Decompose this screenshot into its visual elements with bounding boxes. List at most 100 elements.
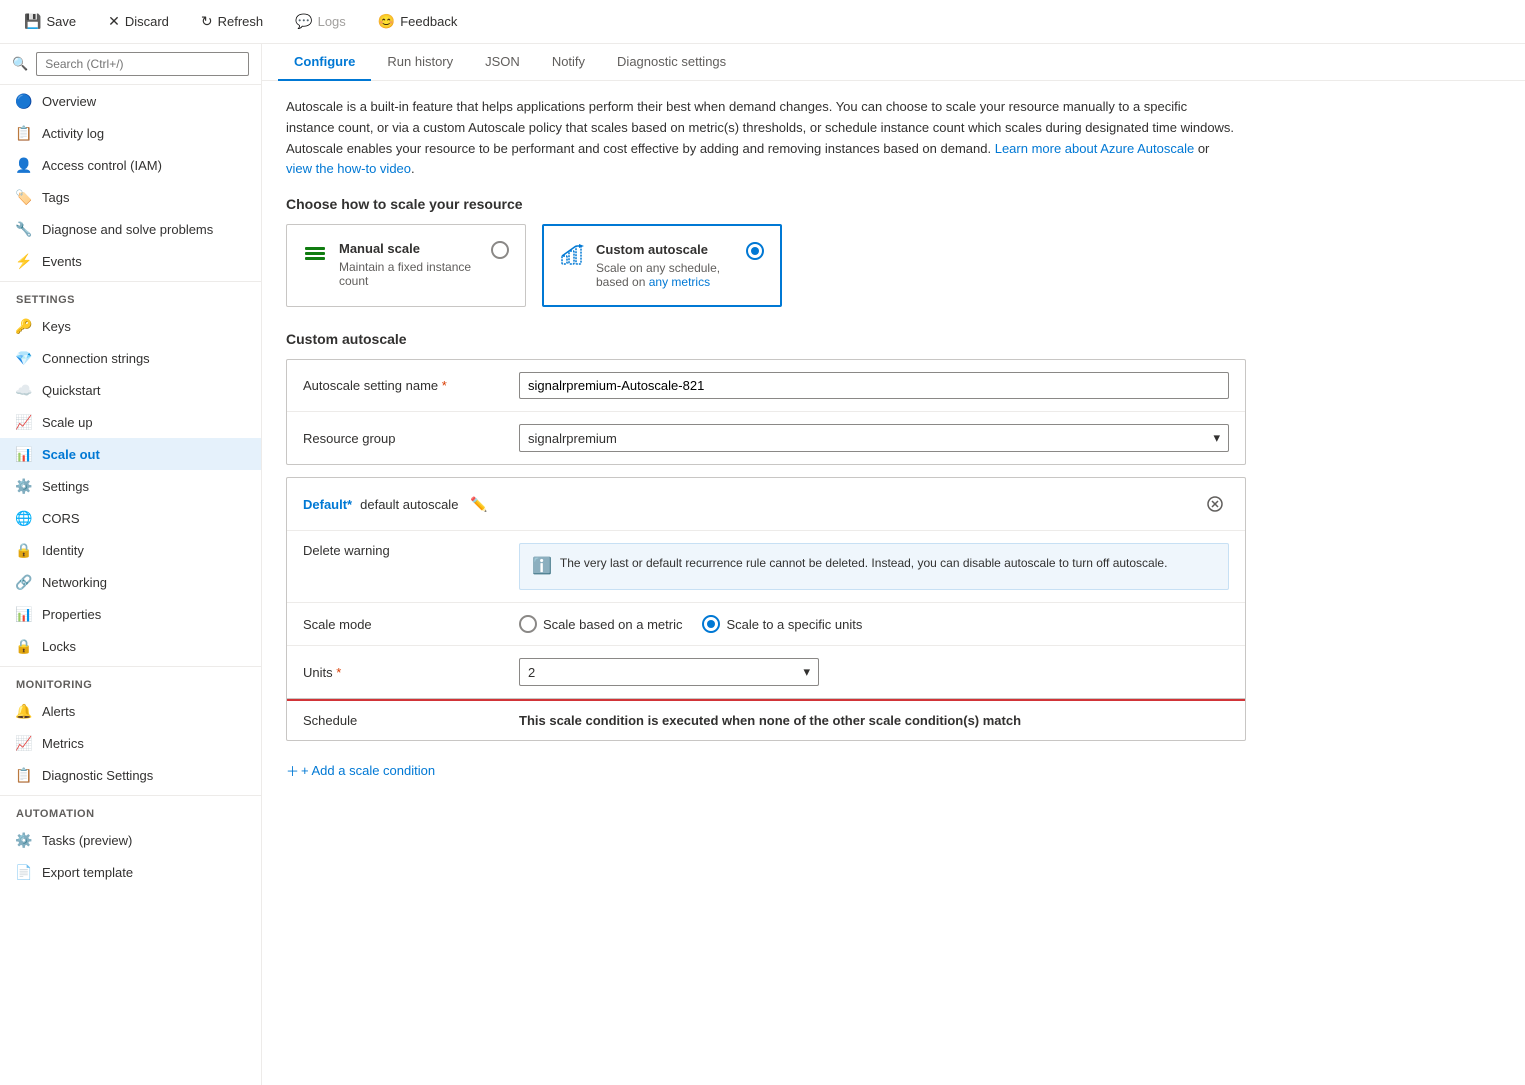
sidebar: 🔍 🔵 Overview 📋 Activity log 👤 Access con… (0, 44, 262, 1085)
alerts-icon: 🔔 (16, 703, 32, 719)
sidebar-item-overview[interactable]: 🔵 Overview (0, 85, 261, 117)
default-subtitle: default autoscale (360, 497, 458, 512)
sidebar-item-settings[interactable]: ⚙️ Settings (0, 470, 261, 502)
sidebar-item-tags[interactable]: 🏷️ Tags (0, 181, 261, 213)
sidebar-item-cors[interactable]: 🌐 CORS (0, 502, 261, 534)
settings-icon: ⚙️ (16, 478, 32, 494)
sidebar-item-quickstart[interactable]: ☁️ Quickstart (0, 374, 261, 406)
delete-warning-label: Delete warning (303, 543, 503, 558)
search-input[interactable] (36, 52, 249, 76)
custom-autoscale-icon (560, 242, 584, 272)
info-icon: ℹ️ (532, 555, 552, 579)
choose-section-title: Choose how to scale your resource (286, 196, 1501, 212)
custom-autoscale-radio[interactable] (746, 242, 764, 260)
identity-icon: 🔒 (16, 542, 32, 558)
feedback-button[interactable]: 😊 Feedback (370, 9, 466, 34)
scale-out-icon: 📊 (16, 446, 32, 462)
logs-icon: 💬 (295, 13, 312, 30)
cors-icon: 🌐 (16, 510, 32, 526)
discard-button[interactable]: ✕ Discard (100, 9, 177, 34)
resource-group-select[interactable]: signalrpremium ▾ (519, 424, 1229, 452)
save-icon: 💾 (24, 13, 41, 30)
dropdown-chevron-icon: ▾ (1213, 430, 1220, 446)
scale-metric-option[interactable]: Scale based on a metric (519, 615, 682, 633)
tab-notify[interactable]: Notify (536, 44, 601, 81)
sidebar-item-diagnostic-settings[interactable]: 📋 Diagnostic Settings (0, 759, 261, 791)
feedback-icon: 😊 (378, 13, 395, 30)
keys-icon: 🔑 (16, 318, 32, 334)
settings-section-header: Settings (0, 281, 261, 310)
schedule-row: Schedule This scale condition is execute… (287, 701, 1245, 740)
refresh-icon: ↻ (201, 13, 213, 30)
edit-icon[interactable]: ✏️ (470, 496, 487, 513)
add-scale-condition-button[interactable]: ＋ + Add a scale condition (286, 753, 1501, 788)
setting-name-row: Autoscale setting name * (287, 360, 1245, 412)
refresh-button[interactable]: ↻ Refresh (193, 9, 271, 34)
diagnose-icon: 🔧 (16, 221, 32, 237)
manual-scale-radio[interactable] (491, 241, 509, 259)
sidebar-item-scale-out[interactable]: 📊 Scale out (0, 438, 261, 470)
toolbar: 💾 Save ✕ Discard ↻ Refresh 💬 Logs 😊 Feed… (0, 0, 1525, 44)
delete-icon[interactable] (1201, 490, 1229, 518)
metrics-icon: 📈 (16, 735, 32, 751)
sidebar-item-properties[interactable]: 📊 Properties (0, 598, 261, 630)
learn-more-link[interactable]: Learn more about Azure Autoscale (995, 141, 1194, 156)
scale-units-option[interactable]: Scale to a specific units (702, 615, 862, 633)
sidebar-item-keys[interactable]: 🔑 Keys (0, 310, 261, 342)
schedule-label: Schedule (303, 713, 503, 728)
events-icon: ⚡ (16, 253, 32, 269)
export-template-icon: 📄 (16, 864, 32, 880)
autoscale-settings-section: Custom autoscale Autoscale setting name … (286, 331, 1501, 788)
logs-button[interactable]: 💬 Logs (287, 9, 354, 34)
any-metrics-link[interactable]: any metrics (649, 275, 710, 289)
tasks-icon: ⚙️ (16, 832, 32, 848)
sidebar-item-alerts[interactable]: 🔔 Alerts (0, 695, 261, 727)
main-content: Configure Run history JSON Notify Diagno… (262, 44, 1525, 1085)
sidebar-item-scale-up[interactable]: 📈 Scale up (0, 406, 261, 438)
sidebar-item-metrics[interactable]: 📈 Metrics (0, 727, 261, 759)
sidebar-item-export-template[interactable]: 📄 Export template (0, 856, 261, 888)
sidebar-item-identity[interactable]: 🔒 Identity (0, 534, 261, 566)
condition-header: Default* default autoscale ✏️ (287, 478, 1245, 531)
sidebar-item-locks[interactable]: 🔒 Locks (0, 630, 261, 662)
tags-icon: 🏷️ (16, 189, 32, 205)
custom-autoscale-card[interactable]: Custom autoscale Scale on any schedule, … (542, 224, 782, 307)
delete-warning-row: Delete warning ℹ️ The very last or defau… (287, 531, 1245, 603)
save-button[interactable]: 💾 Save (16, 9, 84, 34)
tab-json[interactable]: JSON (469, 44, 536, 81)
networking-icon: 🔗 (16, 574, 32, 590)
scale-mode-label: Scale mode (303, 617, 503, 632)
manual-scale-icon (303, 241, 327, 271)
tab-run-history[interactable]: Run history (371, 44, 469, 81)
resource-group-row: Resource group signalrpremium ▾ (287, 412, 1245, 464)
custom-autoscale-title: Custom autoscale (596, 242, 734, 257)
units-row: Units * 2 ▾ (287, 646, 1245, 699)
resource-group-select-container: signalrpremium ▾ (519, 424, 1229, 452)
setting-name-input[interactable] (519, 372, 1229, 399)
units-select[interactable]: 2 ▾ (519, 658, 819, 686)
schedule-text: This scale condition is executed when no… (519, 713, 1021, 728)
setting-name-input-container (519, 372, 1229, 399)
tab-diagnostic-settings[interactable]: Diagnostic settings (601, 44, 742, 81)
sidebar-item-events[interactable]: ⚡ Events (0, 245, 261, 277)
scale-mode-row: Scale mode Scale based on a metric Scale (287, 603, 1245, 646)
default-label: Default* (303, 497, 352, 512)
how-to-video-link[interactable]: view the how-to video (286, 161, 411, 176)
monitoring-section-header: Monitoring (0, 666, 261, 695)
sidebar-item-connection-strings[interactable]: 💎 Connection strings (0, 342, 261, 374)
manual-scale-card[interactable]: Manual scale Maintain a fixed instance c… (286, 224, 526, 307)
tab-configure[interactable]: Configure (278, 44, 371, 81)
overview-icon: 🔵 (16, 93, 32, 109)
sidebar-item-diagnose[interactable]: 🔧 Diagnose and solve problems (0, 213, 261, 245)
sidebar-item-access-control[interactable]: 👤 Access control (IAM) (0, 149, 261, 181)
sidebar-item-networking[interactable]: 🔗 Networking (0, 566, 261, 598)
autoscale-form-table: Autoscale setting name * Resource group … (286, 359, 1246, 465)
delete-warning-info-box: ℹ️ The very last or default recurrence r… (519, 543, 1229, 590)
discard-icon: ✕ (108, 13, 120, 30)
search-icon: 🔍 (12, 56, 28, 72)
units-chevron-icon: ▾ (803, 664, 810, 680)
autoscale-section-title: Custom autoscale (286, 331, 1501, 347)
sidebar-item-activity-log[interactable]: 📋 Activity log (0, 117, 261, 149)
connection-strings-icon: 💎 (16, 350, 32, 366)
sidebar-item-tasks[interactable]: ⚙️ Tasks (preview) (0, 824, 261, 856)
